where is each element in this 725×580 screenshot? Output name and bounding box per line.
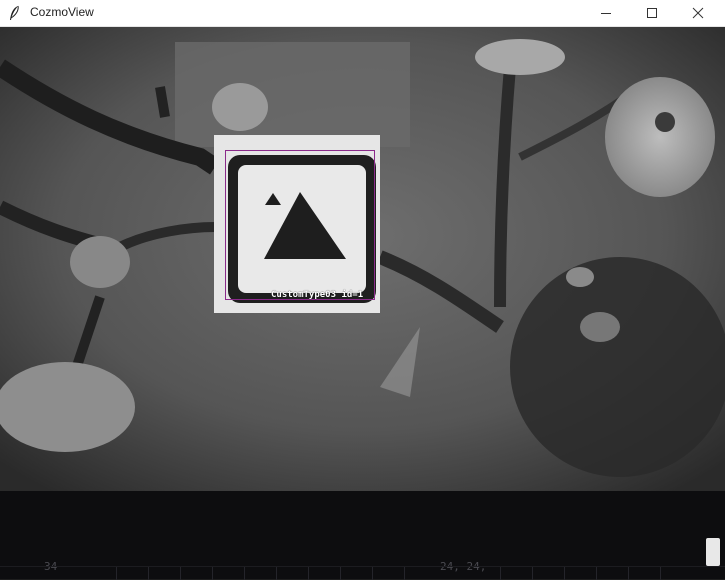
scroll-handle[interactable] bbox=[706, 538, 720, 566]
window-title: CozmoView bbox=[30, 5, 94, 19]
camera-feed: CustomType03 id=1 bbox=[0, 27, 725, 491]
detection-bounding-box bbox=[225, 150, 375, 300]
tick-mark bbox=[500, 567, 501, 580]
tick-mark bbox=[116, 567, 117, 580]
tick-strip bbox=[0, 566, 725, 580]
tick-mark bbox=[372, 567, 373, 580]
detection-label: CustomType03 id=1 bbox=[271, 290, 364, 300]
tick-mark bbox=[212, 567, 213, 580]
maximize-icon bbox=[647, 8, 657, 18]
minimize-button[interactable] bbox=[583, 0, 629, 26]
tick-mark bbox=[308, 567, 309, 580]
tick-mark bbox=[404, 567, 405, 580]
tick-mark bbox=[660, 567, 661, 580]
close-button[interactable] bbox=[675, 0, 721, 26]
tick-mark bbox=[628, 567, 629, 580]
tick-mark bbox=[276, 567, 277, 580]
close-icon bbox=[692, 7, 704, 19]
tick-mark bbox=[148, 567, 149, 580]
tick-mark bbox=[564, 567, 565, 580]
feather-icon bbox=[10, 5, 19, 20]
tick-mark bbox=[180, 567, 181, 580]
bottom-panel: 34 24, 24, bbox=[0, 491, 725, 580]
tick-mark bbox=[532, 567, 533, 580]
window-titlebar[interactable]: CozmoView bbox=[0, 0, 725, 27]
tick-mark bbox=[244, 567, 245, 580]
tick-mark bbox=[596, 567, 597, 580]
maximize-button[interactable] bbox=[629, 0, 675, 26]
tick-mark bbox=[340, 567, 341, 580]
minimize-icon bbox=[601, 13, 611, 14]
